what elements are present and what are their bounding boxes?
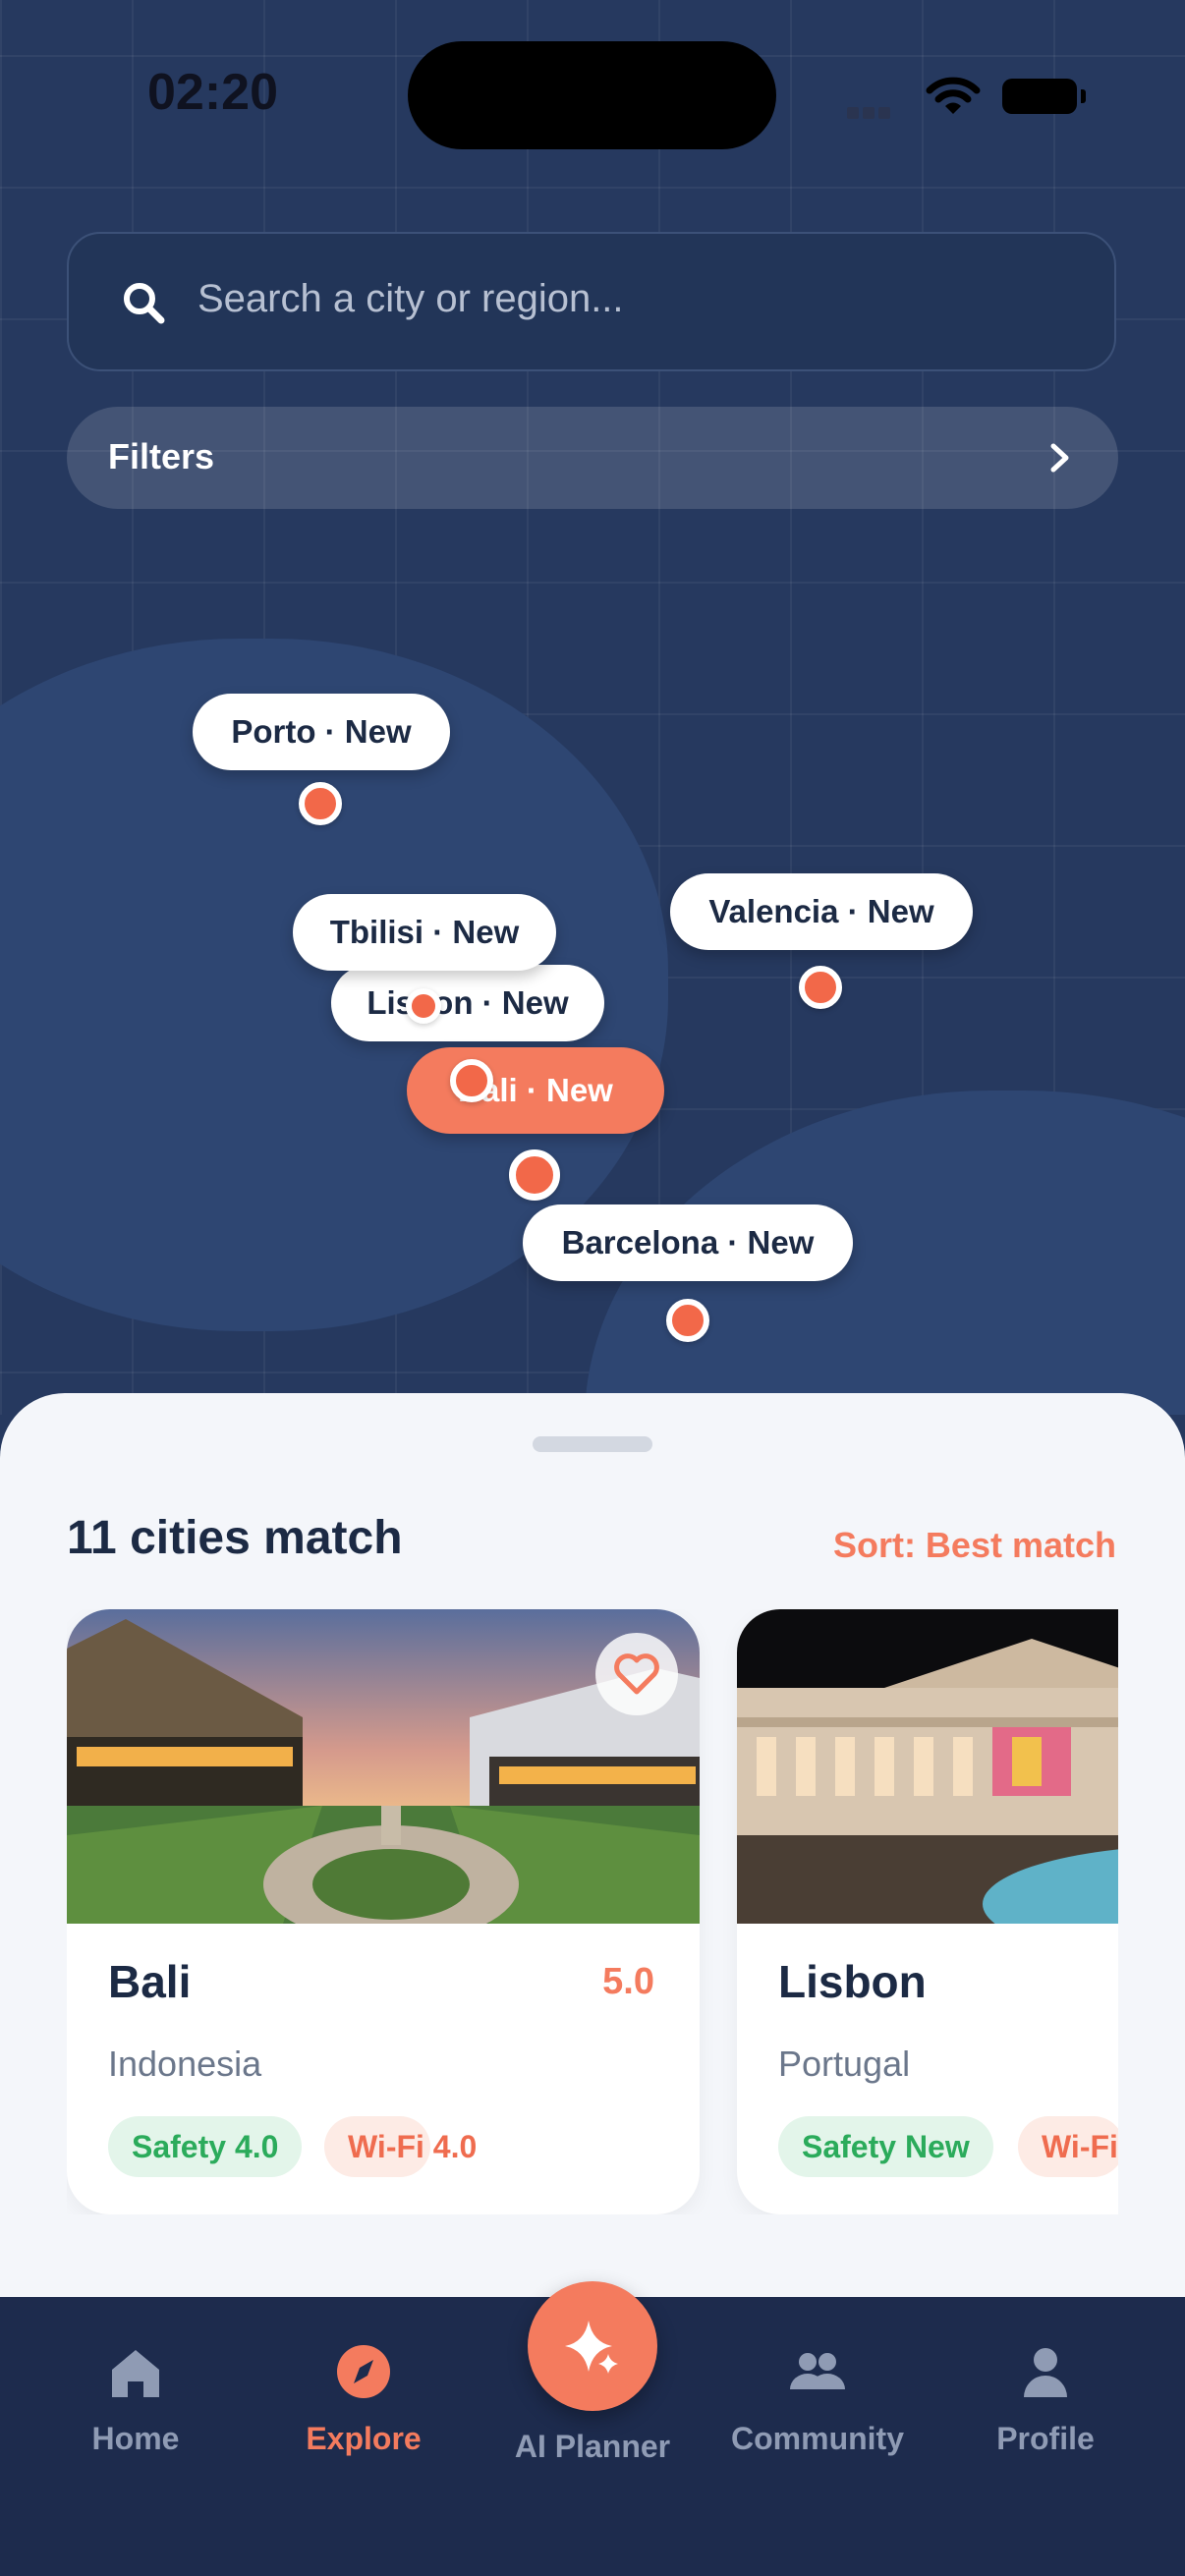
map-pin-lisbon[interactable]: Lisbon · New [331, 965, 604, 1041]
favorite-button[interactable] [595, 1633, 678, 1715]
chevron-right-icon [1050, 443, 1069, 473]
dynamic-island [408, 41, 776, 149]
cellular-signal-icon [847, 104, 906, 119]
nav-profile[interactable]: Profile [947, 2297, 1144, 2513]
city-country: Indonesia [108, 2044, 262, 2084]
nav-explore[interactable]: Explore [265, 2297, 462, 2513]
search-input[interactable]: Search a city or region... [198, 277, 624, 321]
sparkle-icon [565, 2321, 618, 2374]
city-photo [737, 1609, 1118, 1924]
search-icon [124, 283, 165, 324]
search-bar[interactable]: Search a city or region... [67, 232, 1116, 371]
ai-planner-label: AI Planner [514, 2429, 671, 2464]
sort-button[interactable]: Sort: Best match [833, 1525, 1116, 1566]
nav-profile-label: Profile [996, 2421, 1095, 2456]
map-pin-tbilisi[interactable]: Tbilisi · New [293, 894, 556, 971]
compass-icon [337, 2345, 390, 2398]
map-view[interactable] [0, 0, 1185, 1415]
nav-home-label: Home [91, 2421, 180, 2456]
map-marker-tbilisi[interactable] [406, 988, 441, 1024]
map-pin-porto[interactable]: Porto · New [193, 694, 450, 770]
map-marker-bali[interactable] [509, 1149, 560, 1201]
city-card-lisbon[interactable]: Lisbon Portugal Safety New Wi-Fi [737, 1609, 1118, 2214]
map-marker-valencia[interactable] [799, 966, 842, 1009]
heart-icon [614, 1653, 659, 1695]
wifi-icon [926, 77, 981, 114]
filters-label: Filters [108, 436, 215, 476]
city-score: 5.0 [602, 1961, 654, 2002]
results-count: 11 cities match [67, 1512, 403, 1564]
status-time: 02:20 [147, 64, 278, 121]
city-name: Bali [108, 1956, 192, 2007]
ai-planner-button[interactable] [528, 2281, 657, 2411]
nav-community[interactable]: Community [719, 2297, 916, 2513]
map-marker-lisbon[interactable] [450, 1059, 493, 1102]
city-country: Portugal [778, 2044, 911, 2084]
nav-home[interactable]: Home [37, 2297, 234, 2513]
map-marker-porto[interactable] [299, 782, 342, 825]
safety-tag: Safety New [778, 2116, 993, 2177]
map-marker-barcelona[interactable] [666, 1299, 709, 1342]
status-bar: 02:20 [0, 0, 1185, 187]
person-icon [1024, 2348, 1067, 2397]
wifi-tag: Wi-Fi 4.0 [324, 2116, 477, 2177]
map-pin-barcelona[interactable]: Barcelona · New [523, 1204, 853, 1281]
map-pin-valencia[interactable]: Valencia · New [670, 873, 973, 950]
nav-explore-label: Explore [306, 2421, 422, 2456]
nav-community-label: Community [731, 2421, 904, 2456]
city-card-bali[interactable]: Bali 5.0 Indonesia Safety 4.0 Wi-Fi 4.0 [67, 1609, 700, 2214]
battery-icon [1002, 79, 1086, 114]
people-icon [790, 2353, 845, 2389]
home-icon [112, 2350, 159, 2397]
city-name: Lisbon [778, 1956, 927, 2007]
safety-tag: Safety 4.0 [108, 2116, 303, 2177]
city-cards-carousel[interactable]: Bali 5.0 Indonesia Safety 4.0 Wi-Fi 4.0 … [67, 1609, 1118, 2214]
sheet-drag-handle[interactable] [533, 1436, 652, 1452]
filters-button[interactable]: Filters [67, 407, 1118, 509]
map-pin-bali[interactable]: Bali · New [407, 1047, 664, 1134]
wifi-tag: Wi-Fi [1018, 2116, 1118, 2177]
